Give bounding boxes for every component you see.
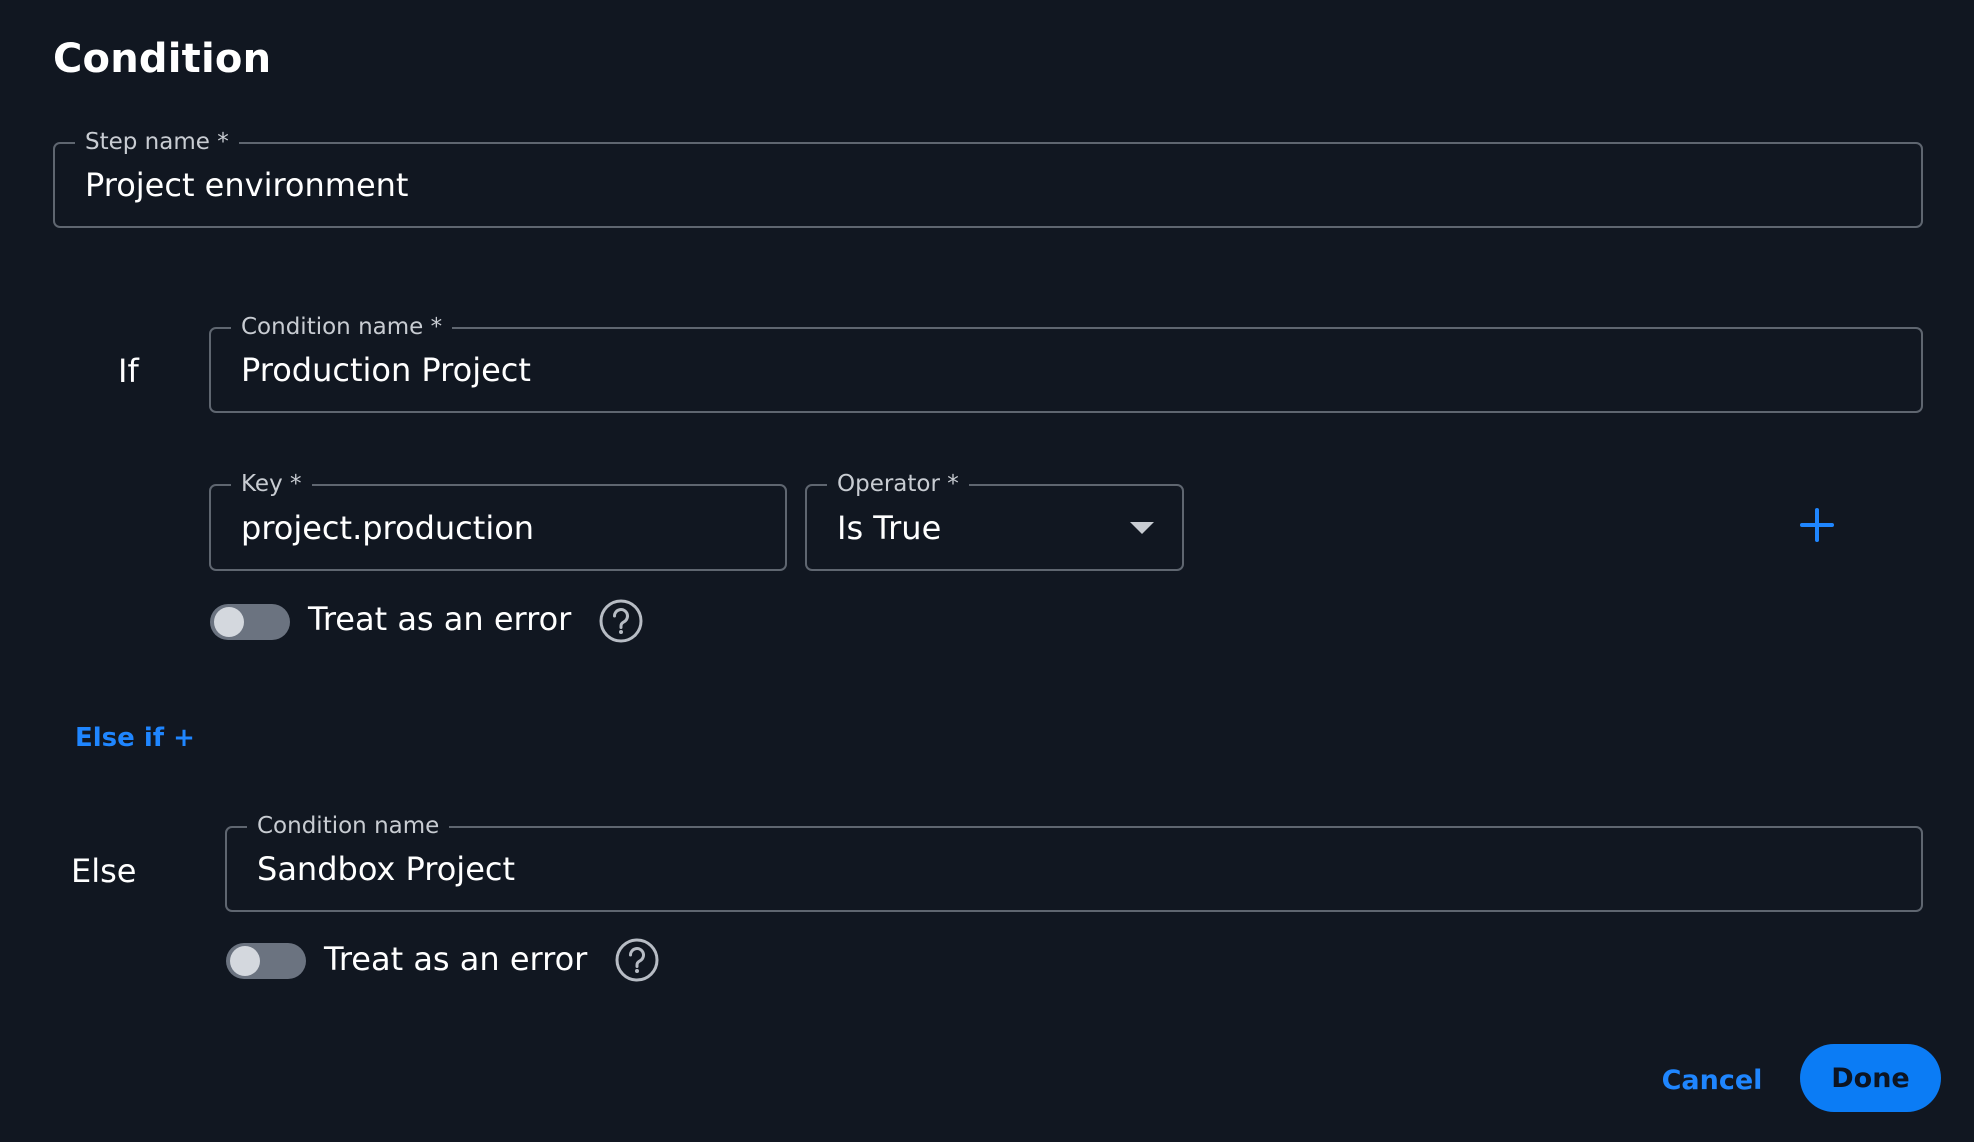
if-treat-as-error-label: Treat as an error xyxy=(308,600,572,638)
step-name-field[interactable]: Step name * Project environment xyxy=(53,128,1923,228)
toggle-thumb xyxy=(230,946,260,976)
help-circle-icon[interactable] xyxy=(614,937,660,983)
toggle-thumb xyxy=(214,607,244,637)
condition-dialog: Condition Step name * Project environmen… xyxy=(0,0,1974,1142)
step-name-value[interactable]: Project environment xyxy=(85,144,408,226)
if-treat-as-error-toggle[interactable] xyxy=(210,599,290,643)
dropdown-arrow-icon[interactable] xyxy=(1130,521,1154,534)
key-value[interactable]: project.production xyxy=(241,486,534,569)
else-treat-as-error-toggle[interactable] xyxy=(226,938,306,982)
operator-select[interactable]: Operator * Is True xyxy=(805,470,1184,571)
else-condition-name-field[interactable]: Condition name Sandbox Project xyxy=(225,812,1923,912)
else-if-add-link[interactable]: Else if + xyxy=(75,723,195,753)
plus-icon[interactable] xyxy=(1799,507,1835,543)
operator-value: Is True xyxy=(837,508,942,547)
else-condition-name-value[interactable]: Sandbox Project xyxy=(257,828,515,910)
if-condition-name-value[interactable]: Production Project xyxy=(241,329,531,411)
else-label: Else xyxy=(71,852,137,890)
dialog-title: Condition xyxy=(53,36,272,82)
key-field[interactable]: Key * project.production xyxy=(209,470,787,571)
if-condition-name-field[interactable]: Condition name * Production Project xyxy=(209,313,1923,413)
else-treat-as-error-label: Treat as an error xyxy=(324,940,588,978)
done-button[interactable]: Done xyxy=(1800,1044,1941,1112)
if-label: If xyxy=(118,352,139,390)
cancel-button[interactable]: Cancel xyxy=(1650,1055,1774,1105)
help-circle-icon[interactable] xyxy=(598,598,644,644)
